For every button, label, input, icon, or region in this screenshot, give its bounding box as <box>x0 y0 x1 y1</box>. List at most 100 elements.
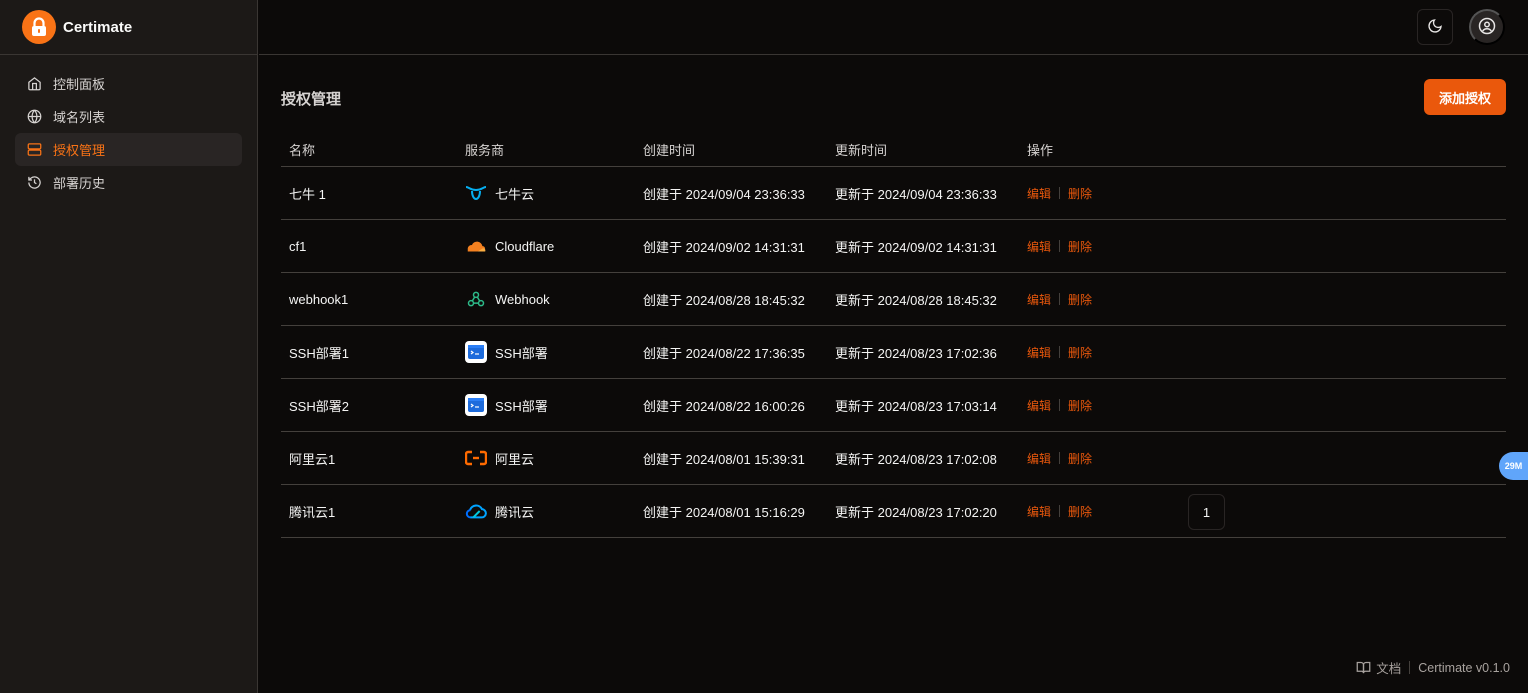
ssh-icon <box>465 341 487 363</box>
access-table: 名称 服务商 创建时间 更新时间 操作 七牛 1 七牛云 创建于 2024/09… <box>281 132 1506 538</box>
provider-label: 腾讯云 <box>495 504 535 520</box>
sidebar-item-label: 部署历史 <box>53 176 106 191</box>
edit-link[interactable]: 编辑 <box>1027 291 1051 308</box>
sidebar-item-label: 控制面板 <box>53 77 106 92</box>
provider-label: Webhook <box>495 291 550 307</box>
delete-link[interactable]: 删除 <box>1068 450 1092 467</box>
row-name: SSH部署2 <box>289 398 349 414</box>
sidebar-item-access[interactable]: 授权管理 <box>15 133 242 166</box>
row-actions: 编辑 删除 <box>1020 291 1092 308</box>
floating-badge[interactable]: 29M <box>1499 452 1528 480</box>
sidebar-item-label: 授权管理 <box>53 143 106 158</box>
delete-link[interactable]: 删除 <box>1068 503 1092 520</box>
footer: 文档 Certimate v0.1.0 <box>1356 658 1510 677</box>
row-name: cf1 <box>289 238 307 254</box>
user-circle-icon <box>1478 17 1496 38</box>
table-row: SSH部署2 SSH部署 创建于 2024/08/22 16:00:26 更新于… <box>281 379 1506 432</box>
provider-label: Cloudflare <box>495 238 555 254</box>
tencent-cloud-icon <box>465 500 487 522</box>
row-name: webhook1 <box>289 291 349 307</box>
row-updated: 更新于 2024/08/28 18:45:32 <box>835 292 997 308</box>
action-divider <box>1059 293 1061 305</box>
row-actions: 编辑 删除 <box>1020 185 1092 202</box>
aliyun-icon <box>465 447 487 469</box>
sidebar-nav: 控制面板 域名列表 授权管理 部署历史 <box>0 55 257 211</box>
table-row: 腾讯云1 腾讯云 创建于 2024/08/01 15:16:29 更新于 202… <box>281 485 1506 538</box>
table-row: SSH部署1 SSH部署 创建于 2024/08/22 17:36:35 更新于… <box>281 326 1506 379</box>
sidebar-item-domains[interactable]: 域名列表 <box>15 100 242 133</box>
row-name: 七牛 1 <box>289 186 326 202</box>
home-icon <box>26 76 42 92</box>
edit-link[interactable]: 编辑 <box>1027 503 1051 520</box>
row-name: 腾讯云1 <box>289 504 336 520</box>
header-updated: 更新时间 <box>835 142 888 158</box>
header-created: 创建时间 <box>643 142 696 158</box>
row-name: 阿里云1 <box>289 451 336 467</box>
row-updated: 更新于 2024/09/04 23:36:33 <box>835 186 997 202</box>
page-title: 授权管理 <box>281 91 342 108</box>
row-provider: Webhook <box>458 288 636 310</box>
row-created: 创建于 2024/08/01 15:39:31 <box>643 451 805 467</box>
row-created: 创建于 2024/09/02 14:31:31 <box>643 239 805 255</box>
row-provider: Cloudflare <box>458 235 636 257</box>
add-access-button[interactable]: 添加授权 <box>1424 79 1506 115</box>
ssh-icon <box>465 394 487 416</box>
row-actions: 编辑 删除 <box>1020 397 1092 414</box>
version-label: Certimate v0.1.0 <box>1418 660 1510 675</box>
table-row: cf1 Cloudflare 创建于 2024/09/02 14:31:31 更… <box>281 220 1506 273</box>
action-divider <box>1059 187 1061 199</box>
row-provider: 七牛云 <box>458 182 636 204</box>
user-menu-button[interactable] <box>1469 9 1505 45</box>
action-divider <box>1059 399 1061 411</box>
row-created: 创建于 2024/08/22 17:36:35 <box>643 345 805 361</box>
edit-link[interactable]: 编辑 <box>1027 450 1051 467</box>
webhook-icon <box>465 288 487 310</box>
sidebar-item-history[interactable]: 部署历史 <box>15 166 242 199</box>
action-divider <box>1059 346 1061 358</box>
docs-link[interactable]: 文档 <box>1356 658 1401 677</box>
row-actions: 编辑 删除 <box>1020 450 1092 467</box>
edit-link[interactable]: 编辑 <box>1027 344 1051 361</box>
edit-link[interactable]: 编辑 <box>1027 397 1051 414</box>
server-icon <box>26 142 42 158</box>
theme-toggle-button[interactable] <box>1417 9 1453 45</box>
action-divider <box>1059 240 1061 252</box>
delete-link[interactable]: 删除 <box>1068 344 1092 361</box>
delete-link[interactable]: 删除 <box>1068 291 1092 308</box>
delete-link[interactable]: 删除 <box>1068 238 1092 255</box>
edit-link[interactable]: 编辑 <box>1027 185 1051 202</box>
header-actions: 操作 <box>1027 142 1054 158</box>
table-row: 阿里云1 阿里云 创建于 2024/08/01 15:39:31 更新于 202… <box>281 432 1506 485</box>
header-name: 名称 <box>289 142 316 158</box>
cloudflare-icon <box>465 235 487 257</box>
provider-label: SSH部署 <box>495 345 548 361</box>
row-updated: 更新于 2024/08/23 17:02:20 <box>835 504 997 520</box>
row-created: 创建于 2024/08/22 16:00:26 <box>643 398 805 414</box>
sidebar-item-dashboard[interactable]: 控制面板 <box>15 67 242 100</box>
row-updated: 更新于 2024/08/23 17:02:36 <box>835 345 997 361</box>
edit-link[interactable]: 编辑 <box>1027 238 1051 255</box>
action-divider <box>1059 505 1061 517</box>
row-created: 创建于 2024/08/28 18:45:32 <box>643 292 805 308</box>
row-provider: SSH部署 <box>458 341 636 363</box>
action-divider <box>1059 452 1061 464</box>
topbar <box>259 0 1528 55</box>
provider-label: 阿里云 <box>495 451 535 467</box>
table-row: webhook1 Webhook 创建于 2024/08/28 18:45:32… <box>281 273 1506 326</box>
provider-label: SSH部署 <box>495 398 548 414</box>
brand[interactable]: Certimate <box>0 0 257 55</box>
row-actions: 编辑 删除 <box>1020 344 1092 361</box>
pagination-page-button[interactable]: 1 <box>1188 494 1225 530</box>
table-row: 七牛 1 七牛云 创建于 2024/09/04 23:36:33 更新于 202… <box>281 167 1506 220</box>
qiniu-icon <box>465 182 487 204</box>
globe-icon <box>26 109 42 125</box>
row-provider: 阿里云 <box>458 447 636 469</box>
footer-divider <box>1409 661 1411 674</box>
row-created: 创建于 2024/09/04 23:36:33 <box>643 186 805 202</box>
sidebar: Certimate 控制面板 域名列表 授权管理 部署历史 <box>0 0 258 693</box>
row-name: SSH部署1 <box>289 345 349 361</box>
delete-link[interactable]: 删除 <box>1068 185 1092 202</box>
delete-link[interactable]: 删除 <box>1068 397 1092 414</box>
table-header: 名称 服务商 创建时间 更新时间 操作 <box>281 132 1506 167</box>
docs-label: 文档 <box>1376 662 1402 676</box>
